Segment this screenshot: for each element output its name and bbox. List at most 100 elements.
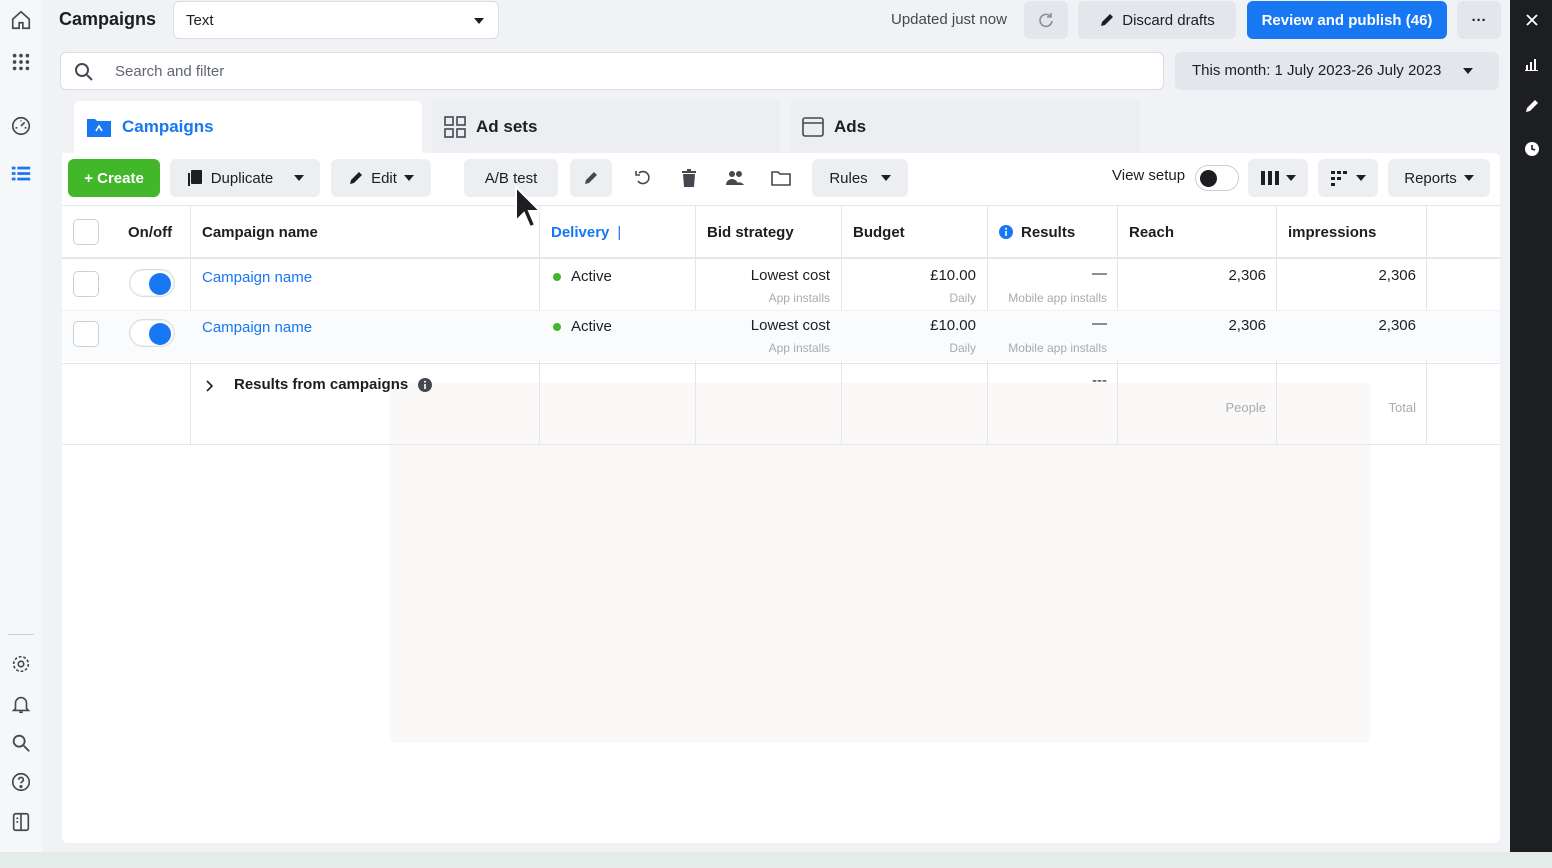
budget: £10.00: [930, 317, 976, 334]
chevron-down-icon: [1285, 175, 1296, 181]
right-tool-rail: [1510, 0, 1552, 852]
bid-strategy: Lowest cost: [750, 267, 830, 284]
column-header-budget[interactable]: Budget: [853, 206, 905, 258]
close-icon[interactable]: [1524, 12, 1540, 28]
summary-impressions-sub: Total: [1388, 400, 1416, 415]
discard-drafts-label: Discard drafts: [1122, 11, 1215, 29]
clock-icon[interactable]: [1524, 141, 1540, 157]
toggle-knob: [1200, 170, 1217, 187]
delivery-status: Active: [553, 268, 612, 285]
mouse-cursor-icon: [515, 185, 543, 229]
top-bar: Campaigns Text Updated just now Discard …: [42, 0, 1510, 44]
summary-results: ---: [1092, 372, 1107, 389]
impressions: 2,306: [1378, 267, 1416, 284]
campaign-toggle[interactable]: [129, 269, 175, 297]
view-setup-toggle[interactable]: [1195, 165, 1239, 191]
column-header-campaign-name[interactable]: Campaign name: [202, 206, 318, 258]
campaign-name-link[interactable]: Campaign name: [202, 269, 312, 286]
home-icon[interactable]: [9, 8, 33, 32]
settings-gear-icon[interactable]: [9, 652, 33, 676]
summary-row: Results from campaigns --- People Total: [62, 363, 1500, 445]
column-header-results[interactable]: Results: [999, 206, 1075, 258]
bid-strategy: Lowest cost: [750, 317, 830, 334]
resize-handle[interactable]: |: [617, 224, 621, 241]
undo-button[interactable]: [622, 159, 664, 197]
results-sub: Mobile app installs: [1008, 341, 1107, 355]
column-header-reach[interactable]: Reach: [1129, 206, 1174, 258]
tab-ads[interactable]: Ads: [790, 101, 1140, 153]
help-icon[interactable]: [9, 770, 33, 794]
column-header-bid-strategy[interactable]: Bid strategy: [707, 206, 794, 258]
columns-button[interactable]: [1248, 159, 1308, 197]
delete-button[interactable]: [668, 159, 710, 197]
refresh-button[interactable]: [1024, 1, 1068, 39]
delivery-label: Active: [571, 318, 612, 335]
main-content: Campaigns Text Updated just now Discard …: [42, 0, 1510, 852]
edit-pencil-button[interactable]: [570, 159, 612, 197]
reports-button[interactable]: Reports: [1388, 159, 1490, 197]
columns-icon: [1260, 171, 1279, 185]
bottom-strip: [0, 852, 1552, 868]
date-range-picker[interactable]: This month: 1 July 2023-26 July 2023: [1175, 52, 1499, 90]
tab-ads-label: Ads: [834, 117, 867, 136]
refresh-icon: [1039, 13, 1053, 28]
create-label: + Create: [84, 169, 144, 187]
tab-ad-sets[interactable]: Ad sets: [432, 101, 780, 153]
toggle-knob: [149, 273, 171, 295]
search-icon[interactable]: [9, 731, 33, 755]
summary-reach-sub: People: [1225, 400, 1266, 415]
summary-label-text: Results from campaigns: [234, 376, 409, 393]
pencil-icon: [350, 172, 363, 184]
discard-drafts-button[interactable]: Discard drafts: [1078, 1, 1236, 39]
column-header-delivery[interactable]: Delivery |: [551, 206, 621, 258]
table-row[interactable]: Campaign name Active Lowest cost App ins…: [62, 311, 1500, 361]
edit-button[interactable]: Edit: [331, 159, 431, 197]
select-all-checkbox[interactable]: [73, 219, 99, 245]
row-checkbox[interactable]: [73, 321, 99, 347]
apps-grid-icon[interactable]: [9, 50, 33, 74]
chevron-down-icon: [1355, 175, 1366, 181]
chevron-down-icon: [294, 175, 305, 181]
chevron-down-icon: [1463, 175, 1474, 181]
column-header-impressions[interactable]: impressions: [1288, 206, 1376, 258]
more-options-button[interactable]: ···: [1457, 1, 1501, 39]
chart-icon[interactable]: [1524, 56, 1540, 72]
selector-value: Text: [186, 12, 214, 29]
delivery-label: Active: [571, 268, 612, 285]
table-row[interactable]: Campaign name Active Lowest cost App ins…: [62, 261, 1500, 311]
pencil-icon[interactable]: [1524, 98, 1540, 114]
active-status-dot: [553, 272, 561, 281]
ab-test-label: A/B test: [484, 169, 538, 187]
nav-divider: [8, 634, 34, 635]
chevron-down-icon: [403, 175, 414, 181]
rules-button[interactable]: Rules: [812, 159, 908, 197]
page-title: Campaigns: [59, 9, 157, 29]
people-icon: [726, 171, 744, 185]
column-header-onoff[interactable]: On/off: [128, 206, 172, 258]
notifications-bell-icon[interactable]: [9, 692, 33, 716]
campaign-name-link[interactable]: Campaign name: [202, 319, 312, 336]
account-selector[interactable]: Text: [173, 1, 499, 39]
campaign-toggle[interactable]: [129, 319, 175, 347]
results-sub: Mobile app installs: [1008, 291, 1107, 305]
duplicate-button[interactable]: Duplicate: [170, 159, 320, 197]
row-checkbox[interactable]: [73, 271, 99, 297]
side-panel-icon[interactable]: [9, 810, 33, 834]
edit-label: Edit: [371, 169, 397, 187]
more-label: ···: [1471, 11, 1487, 29]
chevron-right-icon[interactable]: [205, 379, 215, 393]
audience-button[interactable]: [714, 159, 756, 197]
dashboard-gauge-icon[interactable]: [9, 114, 33, 138]
ads-manager-table-icon[interactable]: [9, 162, 33, 186]
breakdown-icon: [1330, 171, 1347, 186]
create-button[interactable]: + Create: [68, 159, 160, 197]
delivery-status: Active: [553, 318, 612, 335]
results: —: [1092, 265, 1107, 282]
review-publish-button[interactable]: Review and publish (46): [1247, 1, 1447, 39]
search-input[interactable]: Search and filter: [60, 52, 1164, 90]
tab-campaigns[interactable]: Campaigns: [74, 101, 422, 153]
move-folder-button[interactable]: [760, 159, 802, 197]
info-icon[interactable]: [418, 377, 433, 392]
info-icon[interactable]: [999, 225, 1013, 239]
breakdown-button[interactable]: [1318, 159, 1378, 197]
